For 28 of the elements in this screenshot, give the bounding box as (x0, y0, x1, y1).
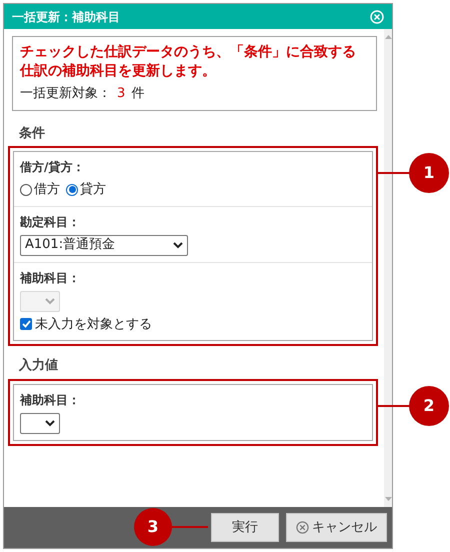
execute-button[interactable]: 実行 (211, 513, 279, 542)
cancel-button[interactable]: キャンセル (286, 513, 387, 542)
count-value: 3 (117, 85, 126, 103)
chevron-icon (45, 298, 55, 304)
radio-option[interactable]: 貸方 (66, 180, 106, 200)
field-label: 借方/貸方： (20, 159, 86, 176)
dropdown-field[interactable]: A101:普通預金 (20, 234, 188, 256)
field-label: 勘定科目： (20, 214, 81, 230)
chevron-icon (173, 242, 183, 248)
section-heading: 入力値 (18, 356, 59, 375)
callout-badge: 3 (134, 508, 172, 546)
field-label: 補助科目： (20, 270, 81, 286)
dropdown-field[interactable] (20, 412, 60, 434)
chevron-icon (45, 420, 55, 426)
radio-button[interactable] (20, 184, 32, 196)
callout-badge: 1 (409, 153, 449, 193)
field-label: 補助科目： (20, 392, 81, 408)
radio-button[interactable] (66, 184, 78, 196)
window-title: 一括更新：補助科目 (12, 8, 120, 26)
count-unit: 件 (131, 85, 144, 103)
leader-line (170, 526, 208, 528)
close-icon[interactable] (370, 10, 384, 24)
section-heading: 条件 (18, 124, 46, 142)
radio-option[interactable]: 借方 (20, 180, 60, 200)
callout-badge: 2 (409, 386, 449, 426)
notice-message: チェックした仕訳データのうち、「条件」に合致する仕訳の補助科目を更新します。 (20, 43, 357, 81)
close-icon (296, 521, 309, 534)
count-label: 一括更新対象： (20, 85, 111, 103)
